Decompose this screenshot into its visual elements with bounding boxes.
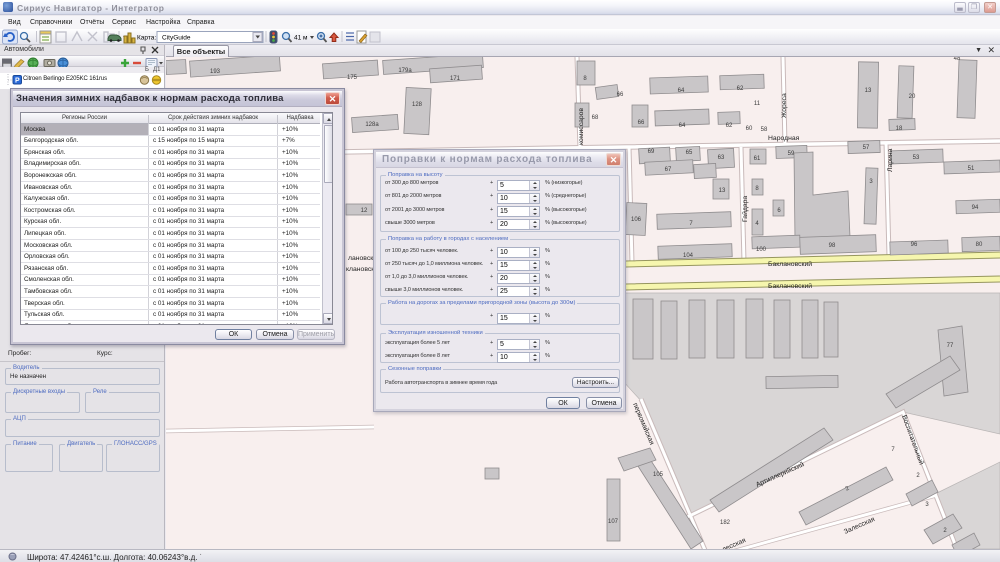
svg-text:65: 65 bbox=[686, 150, 693, 156]
svg-text:48: 48 bbox=[954, 57, 961, 62]
svg-text:58: 58 bbox=[761, 127, 768, 133]
svg-text:62: 62 bbox=[737, 86, 744, 92]
svg-text:105: 105 bbox=[653, 472, 664, 478]
svg-text:128а: 128а bbox=[365, 122, 379, 128]
svg-text:182: 182 bbox=[720, 520, 731, 526]
svg-text:62: 62 bbox=[726, 123, 733, 129]
svg-text:41 м: 41 м bbox=[294, 35, 308, 42]
svg-text:171: 171 bbox=[450, 76, 461, 82]
svg-text:100: 100 bbox=[756, 247, 767, 253]
svg-text:179а: 179а bbox=[398, 68, 412, 74]
svg-text:11: 11 bbox=[754, 101, 761, 107]
svg-text:Народная: Народная bbox=[768, 135, 800, 142]
svg-text:Жореса: Жореса bbox=[781, 93, 788, 118]
svg-text:13: 13 bbox=[719, 188, 726, 194]
svg-text:60: 60 bbox=[746, 126, 753, 132]
svg-text:Гайдара: Гайдара bbox=[741, 196, 749, 222]
svg-text:68: 68 bbox=[592, 115, 599, 121]
svg-text:104: 104 bbox=[683, 253, 694, 259]
svg-text:20: 20 bbox=[909, 94, 916, 100]
svg-text:63: 63 bbox=[718, 155, 725, 161]
svg-text:94: 94 bbox=[972, 205, 979, 211]
svg-text:64: 64 bbox=[679, 123, 686, 129]
svg-text:66: 66 bbox=[638, 120, 645, 126]
svg-text:18: 18 bbox=[896, 126, 903, 132]
svg-text:96: 96 bbox=[911, 242, 918, 248]
svg-text:57: 57 bbox=[863, 145, 870, 151]
svg-text:Баклановский: Баклановский bbox=[768, 282, 812, 290]
svg-text:80: 80 bbox=[976, 242, 983, 248]
svg-text:107: 107 bbox=[608, 519, 619, 525]
svg-text:комиссаров: комиссаров bbox=[578, 108, 585, 145]
svg-text:98: 98 bbox=[829, 243, 836, 249]
svg-text:64: 64 bbox=[678, 88, 685, 94]
svg-text:53: 53 bbox=[913, 155, 920, 161]
svg-text:69: 69 bbox=[648, 149, 655, 155]
svg-text:106: 106 bbox=[631, 217, 642, 223]
svg-text:193: 193 bbox=[210, 69, 221, 75]
svg-text:CityGuide: CityGuide bbox=[162, 35, 191, 42]
svg-text:Карта:: Карта: bbox=[137, 35, 156, 42]
svg-text:12: 12 bbox=[361, 208, 368, 214]
svg-text:P: P bbox=[15, 78, 20, 85]
svg-text:67: 67 bbox=[665, 167, 672, 173]
svg-text:59: 59 bbox=[788, 151, 795, 157]
svg-text:Баклановский: Баклановский bbox=[768, 260, 812, 268]
svg-text:128: 128 bbox=[412, 102, 423, 108]
svg-text:175: 175 bbox=[347, 75, 358, 81]
svg-text:51: 51 bbox=[968, 166, 975, 172]
svg-text:Ларина: Ларина bbox=[887, 148, 894, 172]
svg-text:66: 66 bbox=[617, 92, 624, 98]
svg-text:13: 13 bbox=[865, 88, 872, 94]
svg-text:61: 61 bbox=[754, 156, 761, 162]
svg-text:77: 77 bbox=[947, 343, 954, 349]
